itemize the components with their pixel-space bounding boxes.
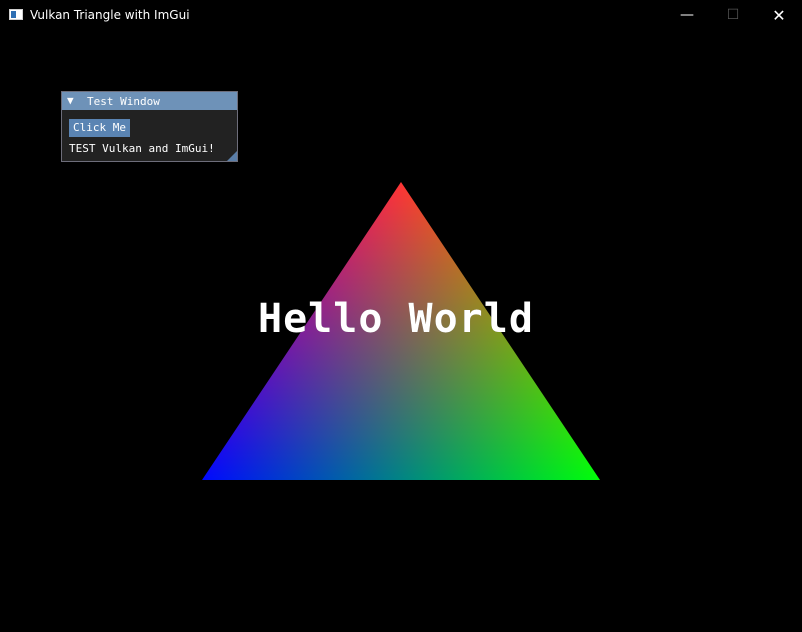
app-icon	[9, 9, 23, 20]
imgui-label-text: TEST Vulkan and ImGui!	[69, 142, 215, 155]
close-button[interactable]: ✕	[756, 0, 802, 30]
minimize-button[interactable]: —	[664, 0, 710, 30]
window-title: Vulkan Triangle with ImGui	[30, 8, 190, 22]
hello-world-text: Hello World	[258, 296, 534, 342]
collapse-arrow-icon[interactable]: ▼	[67, 94, 74, 107]
click-me-button[interactable]: Click Me	[69, 119, 130, 137]
imgui-titlebar[interactable]: ▼ Test Window	[62, 92, 237, 110]
maximize-button[interactable]: ☐	[710, 0, 756, 30]
window-titlebar[interactable]: Vulkan Triangle with ImGui — ☐ ✕	[0, 0, 802, 30]
resize-grip-icon[interactable]	[227, 151, 237, 161]
imgui-window-title: Test Window	[87, 95, 160, 108]
imgui-test-window[interactable]: ▼ Test Window Click Me TEST Vulkan and I…	[61, 91, 238, 162]
